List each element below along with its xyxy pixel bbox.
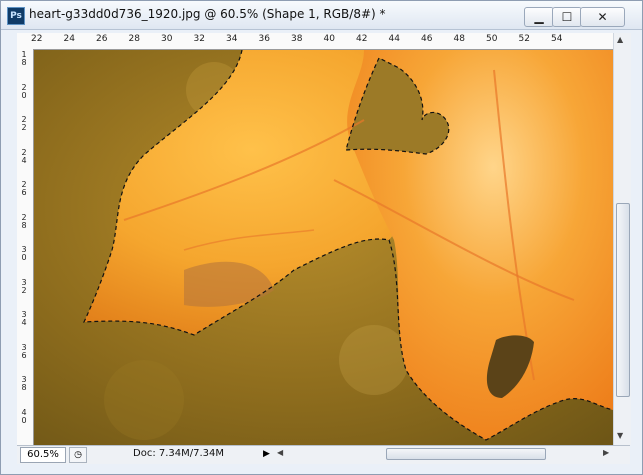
- ruler-tick-label: 34: [21, 310, 27, 327]
- horizontal-scroll-thumb[interactable]: [386, 448, 546, 460]
- document-window: Ps heart-g33dd0d736_1920.jpg @ 60.5% (Sh…: [0, 0, 643, 475]
- page-icon: ◷: [74, 450, 82, 460]
- scroll-left-icon[interactable]: ◀: [277, 448, 283, 457]
- status-bar: 60.5% ◷ Doc: 7.34M/7.34M ▶ ◀ ▶: [17, 445, 630, 464]
- vertical-scroll-thumb[interactable]: [616, 203, 630, 397]
- ruler-tick-label: 40: [323, 34, 335, 44]
- scroll-down-icon[interactable]: ▼: [617, 431, 623, 440]
- ruler-tick-label: 40: [21, 407, 27, 425]
- scroll-right-icon[interactable]: ▶: [603, 448, 609, 457]
- ruler-tick-label: 22: [21, 115, 27, 132]
- title-bar[interactable]: Ps heart-g33dd0d736_1920.jpg @ 60.5% (Sh…: [1, 1, 642, 30]
- ruler-tick-label: 46: [421, 34, 433, 44]
- ruler-tick-label: 42: [356, 34, 368, 44]
- ruler-tick-label: 44: [388, 34, 400, 44]
- status-menu-button[interactable]: ▶: [260, 447, 273, 461]
- ruler-tick-label: 36: [21, 342, 27, 360]
- ruler-tick-label: 34: [226, 34, 238, 44]
- ruler-tick-label: 18: [21, 50, 27, 67]
- minimize-icon: ▁: [534, 10, 544, 24]
- maximize-icon: ☐: [561, 10, 573, 24]
- photoshop-app-icon: Ps: [7, 7, 25, 25]
- page-options-button[interactable]: ◷: [69, 447, 87, 463]
- maximize-button[interactable]: ☐: [552, 7, 582, 27]
- ruler-tick-label: 38: [291, 34, 303, 44]
- horizontal-ruler[interactable]: 22 24 26 28 30 32 34 36 38 40 42 44 46 48 50 52 54: [17, 33, 613, 50]
- ruler-tick-label: 30: [21, 245, 27, 262]
- ruler-tick-label: 24: [63, 34, 75, 44]
- image-canvas[interactable]: [34, 50, 613, 445]
- doc-size-info[interactable]: Doc: 7.34M/7.34M: [133, 448, 224, 459]
- ruler-tick-label: 50: [486, 34, 498, 44]
- ruler-tick-label: 26: [21, 180, 27, 197]
- scroll-up-icon[interactable]: ▲: [617, 35, 623, 44]
- ruler-tick-label: 30: [161, 34, 173, 44]
- ruler-tick-label: 38: [21, 375, 27, 392]
- horizontal-scrollbar[interactable]: ◀ ▶: [275, 447, 615, 461]
- ruler-tick-label: 54: [551, 34, 563, 44]
- ruler-tick-label: 28: [21, 212, 27, 230]
- ruler-tick-label: 52: [518, 34, 530, 44]
- ruler-tick-label: 36: [258, 34, 270, 44]
- ruler-tick-label: 48: [453, 34, 465, 44]
- ruler-tick-label: 32: [193, 34, 205, 44]
- leaf-image: [34, 50, 613, 445]
- zoom-level-field[interactable]: 60.5%: [20, 447, 66, 463]
- ruler-tick-label: 26: [96, 34, 108, 44]
- ruler-tick-label: 20: [21, 82, 27, 100]
- close-button[interactable]: ✕: [580, 7, 625, 27]
- play-arrow-icon: ▶: [263, 449, 270, 459]
- vertical-scrollbar[interactable]: ▲ ▼: [613, 33, 631, 445]
- ruler-tick-label: 28: [128, 34, 140, 44]
- minimize-button[interactable]: ▁: [524, 7, 554, 27]
- vertical-ruler[interactable]: 18 20 22 24 26 28 30 32 34 36 38 40: [17, 49, 34, 445]
- close-icon: ✕: [597, 10, 608, 24]
- ruler-tick-label: 32: [21, 277, 27, 295]
- window-title: heart-g33dd0d736_1920.jpg @ 60.5% (Shape…: [29, 7, 386, 21]
- ruler-tick-label: 22: [31, 34, 43, 44]
- ruler-tick-label: 24: [21, 147, 27, 165]
